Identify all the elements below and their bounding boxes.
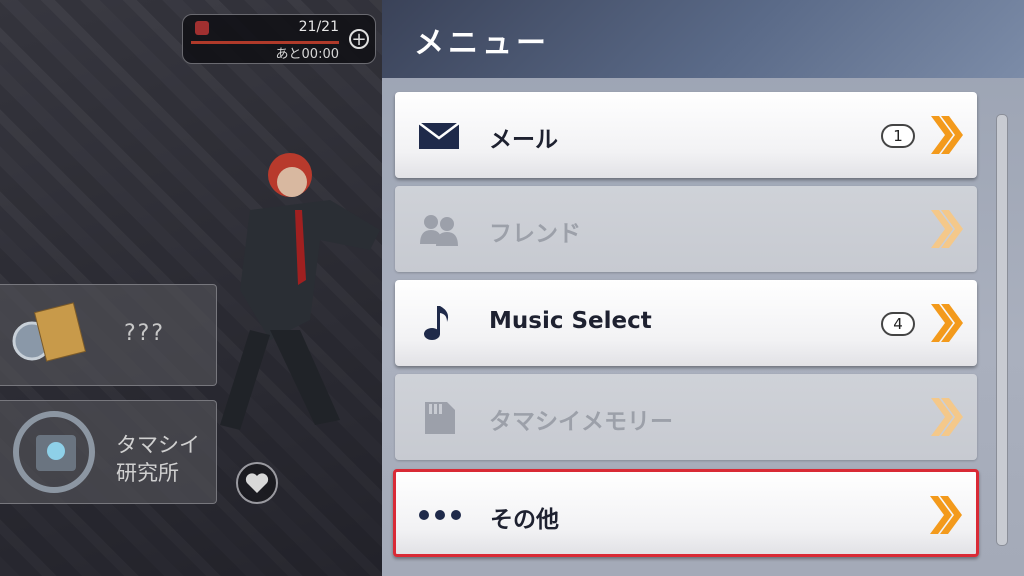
- menu-item-friends[interactable]: フレンド: [395, 186, 977, 272]
- mystery-label: ???: [124, 321, 166, 346]
- lab-label-line1: タマシイ: [116, 433, 200, 457]
- menu-scrollbar[interactable]: [996, 114, 1008, 546]
- tamashii-lab-panel[interactable]: タマシイ 研究所: [0, 400, 217, 504]
- menu-item-label: タマシイメモリー: [489, 409, 673, 435]
- menu-item-label: Music Select: [489, 308, 652, 334]
- double-chevron-icon: [931, 398, 963, 436]
- mail-icon: [418, 122, 460, 149]
- stamina-gauge: 21/21 あと00:00 +: [182, 14, 376, 64]
- double-chevron-icon: [930, 496, 962, 534]
- favorite-button[interactable]: [236, 462, 278, 504]
- stamina-count: 21/21: [298, 19, 339, 35]
- stamina-icon: [195, 21, 209, 35]
- menu-item-mail[interactable]: メール 1: [395, 92, 977, 178]
- character-illustration: [220, 153, 380, 430]
- music-note-icon: [424, 306, 449, 340]
- heart-icon: [245, 473, 269, 493]
- double-chevron-icon: [931, 210, 963, 248]
- menu-item-label: フレンド: [489, 221, 581, 247]
- double-chevron-icon: [931, 116, 963, 154]
- notification-badge: 4: [881, 312, 915, 336]
- double-chevron-icon: [931, 304, 963, 342]
- mystery-panel[interactable]: ???: [0, 284, 217, 386]
- envelope-icon: [12, 302, 87, 362]
- more-dots-icon: [419, 510, 461, 520]
- menu-header: メニュー: [382, 0, 1024, 78]
- menu-item-label: メール: [489, 127, 558, 153]
- background-scene: 21/21 あと00:00 + ??? タマシイ 研究所: [0, 0, 382, 576]
- menu-item-other[interactable]: その他: [393, 469, 979, 557]
- friends-icon: [420, 215, 458, 246]
- stamina-timer: あと00:00: [275, 47, 339, 62]
- menu-item-music-select[interactable]: Music Select 4: [395, 280, 977, 366]
- add-stamina-button[interactable]: +: [349, 29, 369, 49]
- memory-card-icon: [425, 402, 455, 434]
- menu-title: メニュー: [414, 26, 550, 61]
- menu-panel: メニュー メール 1 フレンド Music Select 4 タマシイメモリー …: [382, 0, 1024, 576]
- lab-label-line2: 研究所: [116, 461, 179, 485]
- menu-item-tamashii-memory[interactable]: タマシイメモリー: [395, 374, 977, 460]
- notification-badge: 1: [881, 124, 915, 148]
- lab-machine-icon: [13, 411, 95, 493]
- menu-item-label: その他: [490, 507, 559, 533]
